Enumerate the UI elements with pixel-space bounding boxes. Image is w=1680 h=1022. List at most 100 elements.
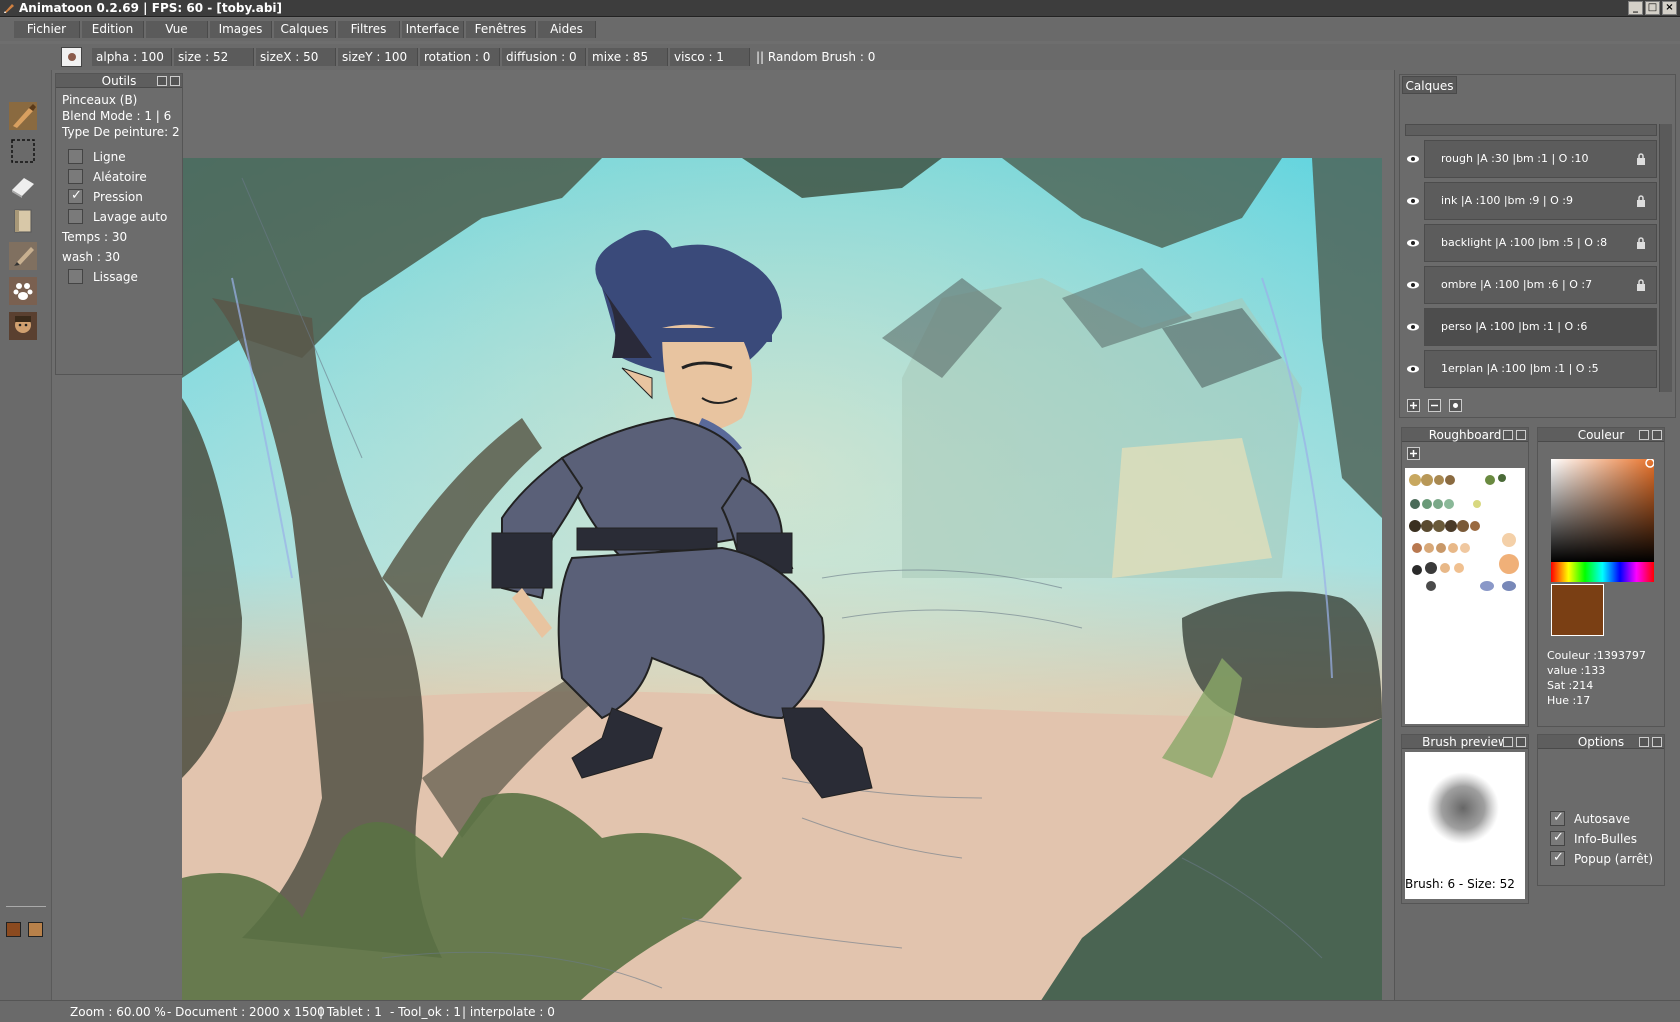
canvas-area	[52, 70, 1394, 1022]
layer-perso[interactable]: perso |A :100 |bm :1 | O :6	[1424, 308, 1657, 346]
maximize-button[interactable]: □	[1645, 1, 1660, 15]
primary-color-swatch[interactable]	[6, 922, 21, 937]
brush-param-bar: alpha : 100 size : 52 sizeX : 50 sizeY :…	[0, 44, 1680, 70]
layer-ombre[interactable]: ombre |A :100 |bm :6 | O :7	[1424, 266, 1657, 304]
menu-calques[interactable]: Calques	[274, 21, 336, 38]
drawing-canvas[interactable]	[182, 158, 1382, 1022]
panel-minimize-icon[interactable]	[1503, 737, 1513, 747]
app-icon	[4, 4, 14, 13]
param-rotation[interactable]: rotation : 0	[420, 48, 500, 66]
pression-checkbox[interactable]	[68, 188, 83, 204]
eye-icon[interactable]	[1405, 140, 1421, 178]
popup-checkbox[interactable]	[1550, 850, 1565, 866]
lock-icon[interactable]	[1636, 237, 1646, 249]
lock-icon[interactable]	[1636, 195, 1646, 207]
menu-edition[interactable]: Edition	[82, 21, 144, 38]
lock-icon[interactable]	[1636, 153, 1646, 165]
menu-bar: Fichier Edition Vue Images Calques Filtr…	[0, 18, 1680, 41]
brush-icon[interactable]	[9, 102, 37, 130]
info-bulles-checkbox[interactable]	[1550, 830, 1565, 846]
panel-minimize-icon[interactable]	[157, 76, 167, 86]
layer-1erplan[interactable]: 1erplan |A :100 |bm :1 | O :5	[1424, 350, 1657, 388]
autosave-checkbox[interactable]	[1550, 810, 1565, 826]
aleatoire-checkbox[interactable]	[68, 169, 83, 184]
status-document: - Document : 2000 x 1500	[167, 1005, 325, 1019]
menu-fenetres[interactable]: Fenêtres	[466, 21, 536, 38]
roughboard-header: Roughboard	[1402, 428, 1528, 442]
eraser-icon[interactable]	[9, 172, 37, 200]
remove-layer-icon[interactable]	[1428, 399, 1441, 412]
color-sat: Sat :214	[1547, 679, 1594, 692]
eye-icon[interactable]	[1405, 224, 1421, 262]
hue-bar[interactable]	[1551, 562, 1654, 582]
brush-swatch[interactable]	[61, 47, 82, 67]
eye-icon[interactable]	[1405, 350, 1421, 388]
add-swatch-icon[interactable]	[1407, 447, 1420, 460]
wash-value[interactable]: wash : 30	[62, 250, 120, 264]
brush-preview-panel: Brush preview Brush: 6 - Size: 52	[1401, 734, 1529, 904]
color-picker-square[interactable]	[1551, 459, 1654, 562]
panel-close-icon[interactable]	[1652, 430, 1662, 440]
lock-icon[interactable]	[1636, 279, 1646, 291]
layer-label: perso |A :100 |bm :1 | O :6	[1441, 320, 1588, 333]
temps-value[interactable]: Temps : 30	[62, 230, 127, 244]
lavage-auto-checkbox[interactable]	[68, 209, 83, 224]
param-diffusion[interactable]: diffusion : 0	[502, 48, 586, 66]
selection-icon[interactable]	[9, 137, 37, 165]
paper-icon[interactable]	[9, 207, 37, 235]
minimize-button[interactable]: _	[1628, 1, 1643, 15]
panel-close-icon[interactable]	[1516, 430, 1526, 440]
eye-icon[interactable]	[1405, 182, 1421, 220]
param-sizey[interactable]: sizeY : 100	[338, 48, 418, 66]
brush-dot-icon	[68, 53, 76, 61]
roughboard-canvas[interactable]	[1405, 468, 1525, 724]
window-title: Animatoon 0.2.69 | FPS: 60 - [toby.abi]	[19, 1, 283, 15]
lavage-auto-label: Lavage auto	[93, 210, 168, 224]
layer-options-icon[interactable]	[1449, 399, 1462, 412]
panel-close-icon[interactable]	[170, 76, 180, 86]
panel-minimize-icon[interactable]	[1639, 430, 1649, 440]
panel-close-icon[interactable]	[1652, 737, 1662, 747]
menu-fichier[interactable]: Fichier	[14, 21, 80, 38]
menu-images[interactable]: Images	[210, 21, 272, 38]
lissage-checkbox[interactable]	[68, 269, 83, 284]
menu-filtres[interactable]: Filtres	[338, 21, 400, 38]
layers-scrollbar[interactable]	[1659, 124, 1672, 392]
menu-vue[interactable]: Vue	[146, 21, 208, 38]
secondary-color-swatch[interactable]	[28, 922, 43, 937]
brush-preview-title: Brush preview	[1422, 735, 1508, 749]
close-button[interactable]: ×	[1662, 1, 1677, 15]
eye-icon[interactable]	[1405, 308, 1421, 346]
options-header: Options	[1538, 735, 1664, 749]
ligne-checkbox[interactable]	[68, 149, 83, 164]
panel-close-icon[interactable]	[1516, 737, 1526, 747]
lissage-label: Lissage	[93, 270, 138, 284]
panel-minimize-icon[interactable]	[1503, 430, 1513, 440]
menu-aides[interactable]: Aides	[538, 21, 596, 38]
couleur-header: Couleur	[1538, 428, 1664, 442]
param-alpha[interactable]: alpha : 100	[92, 48, 172, 66]
pression-label: Pression	[93, 190, 143, 204]
param-visco[interactable]: visco : 1	[670, 48, 750, 66]
eye-icon[interactable]	[1405, 266, 1421, 304]
param-sizex[interactable]: sizeX : 50	[256, 48, 336, 66]
ligne-label: Ligne	[93, 150, 126, 164]
layer-ink[interactable]: ink |A :100 |bm :9 | O :9	[1424, 182, 1657, 220]
tool-strip	[0, 70, 52, 1000]
param-mixe[interactable]: mixe : 85	[588, 48, 668, 66]
brush-preview-header: Brush preview	[1402, 735, 1528, 749]
status-zoom: Zoom : 60.00 %	[70, 1005, 166, 1019]
tab-calques[interactable]: Calques	[1402, 76, 1457, 94]
param-size[interactable]: size : 52	[174, 48, 254, 66]
layer-label: 1erplan |A :100 |bm :1 | O :5	[1441, 362, 1599, 375]
layer-rough[interactable]: rough |A :30 |bm :1 | O :10	[1424, 140, 1657, 178]
add-layer-icon[interactable]	[1407, 399, 1420, 412]
current-color-swatch[interactable]	[1551, 584, 1604, 636]
pencil-icon[interactable]	[9, 242, 37, 270]
info-bulles-label: Info-Bulles	[1574, 832, 1637, 846]
panel-minimize-icon[interactable]	[1639, 737, 1649, 747]
layer-backlight[interactable]: backlight |A :100 |bm :5 | O :8	[1424, 224, 1657, 262]
paw-icon[interactable]	[9, 277, 37, 305]
menu-interface[interactable]: Interface	[402, 21, 464, 38]
character-icon[interactable]	[9, 312, 37, 340]
